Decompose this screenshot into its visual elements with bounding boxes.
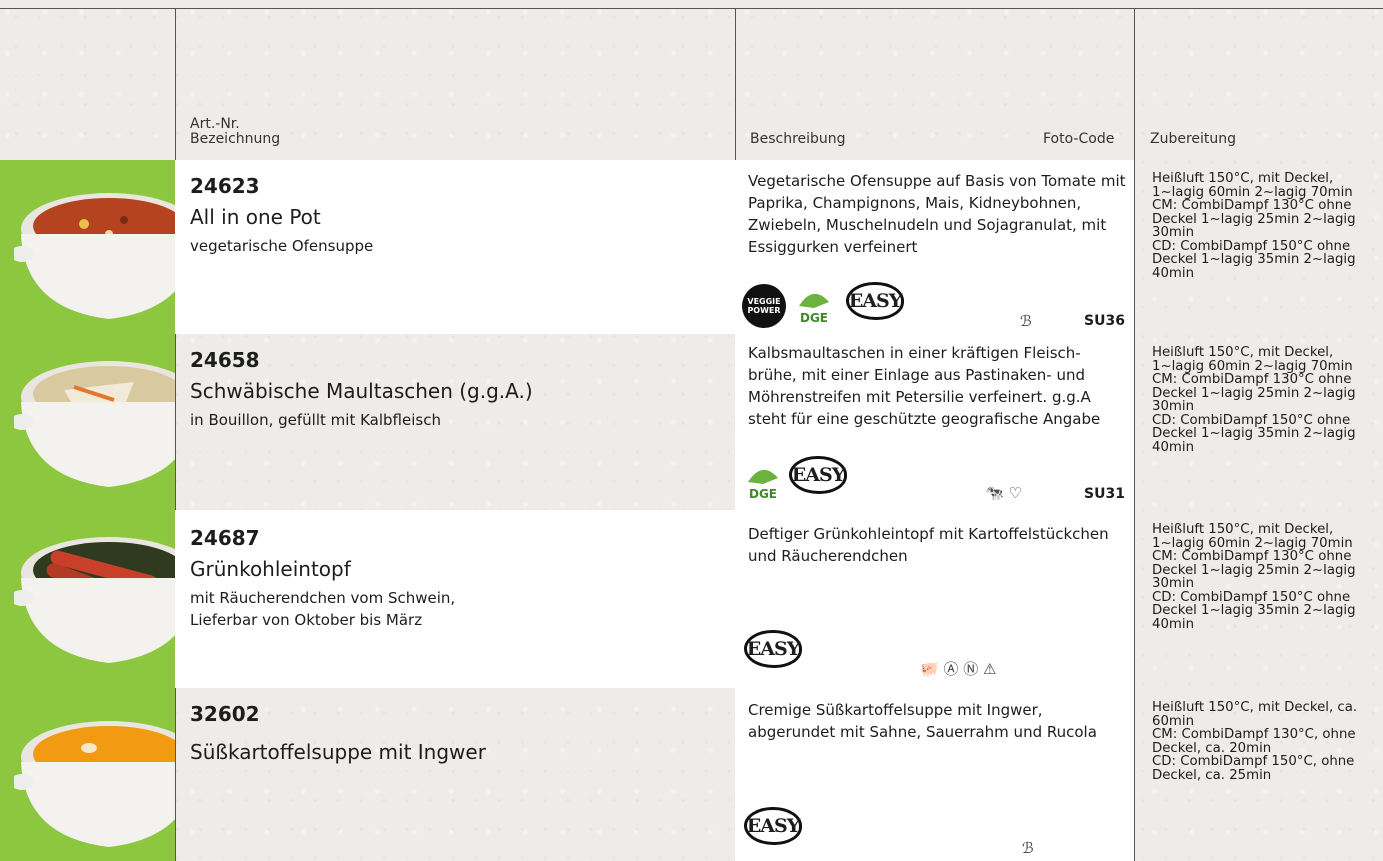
veggie-power-badge: VEGGIE POWER [742, 284, 786, 328]
preparation-text: Heißluft 150°C, mit Deckel, 1~lagig 60min… [1152, 522, 1356, 632]
product-photo [0, 688, 175, 861]
article-number: 24623 [190, 174, 260, 198]
easy-badge: EASY [846, 282, 904, 320]
header-foto-code: Foto-Code [1043, 131, 1115, 147]
photo-code: SU36 [1084, 313, 1125, 329]
svg-text:DGE: DGE [800, 311, 828, 325]
product-photo [0, 510, 175, 688]
header-art-nr: Art.-Nr. [190, 116, 240, 132]
product-name: All in one Pot [190, 205, 321, 229]
product-row: 24687 Grünkohleintopf mit Räucherendchen… [0, 510, 1383, 688]
diet-symbol: 🐖 Ⓐ Ⓝ ⚠ [920, 660, 997, 678]
product-description: Vegetarische Ofensuppe auf Basis von Tom… [748, 172, 1126, 256]
product-name: Schwäbische Maultaschen (g.g.A.) [190, 379, 533, 403]
product-row: 32602 Süßkartoffelsuppe mit Ingwer Cremi… [0, 688, 1383, 861]
easy-badge: EASY [744, 807, 802, 845]
product-subtitle: mit Räucherendchen vom Schwein, [190, 589, 456, 607]
article-number: 24658 [190, 348, 260, 372]
product-name: Grünkohleintopf [190, 557, 351, 581]
top-rule [0, 8, 1383, 9]
product-row: 24658 Schwäbische Maultaschen (g.g.A.) i… [0, 334, 1383, 510]
diet-symbol: ℬ [1020, 312, 1032, 330]
product-description: Cremige Süßkartoffelsuppe mit Ingwer, ab… [748, 701, 1097, 741]
product-subtitle: Lieferbar von Oktober bis März [190, 611, 423, 629]
product-description: Deftiger Grünkohleintopf mit Kartoffelst… [748, 525, 1109, 565]
preparation-text: Heißluft 150°C, mit Deckel, ca. 60min CM: … [1152, 700, 1358, 783]
svg-text:DGE: DGE [749, 487, 777, 501]
article-number: 24687 [190, 526, 260, 550]
easy-badge: EASY [744, 630, 802, 668]
photo-code: SU31 [1084, 486, 1125, 502]
dge-badge: DGE [793, 280, 835, 326]
product-name: Süßkartoffelsuppe mit Ingwer [190, 740, 486, 764]
diet-symbol: 🐄 ♡ [985, 484, 1022, 502]
product-row: 24623 All in one Pot vegetarische Ofensu… [0, 160, 1383, 334]
header-bezeichnung: Bezeichnung [190, 131, 281, 147]
header-zubereitung: Zubereitung [1150, 131, 1237, 147]
product-photo [0, 334, 175, 510]
diet-symbol: ℬ [1022, 839, 1034, 857]
article-number: 32602 [190, 702, 260, 726]
header-beschreibung: Beschreibung [750, 131, 846, 147]
easy-badge: EASY [789, 456, 847, 494]
product-description: Kalbsmaultaschen in einer kräftigen Flei… [748, 344, 1101, 428]
product-subtitle: vegetarische Ofensuppe [190, 237, 374, 255]
preparation-text: Heißluft 150°C, mit Deckel, 1~lagig 60min… [1152, 171, 1356, 281]
preparation-text: Heißluft 150°C, mit Deckel, 1~lagig 60min… [1152, 345, 1356, 455]
product-subtitle: in Bouillon, gefüllt mit Kalbfleisch [190, 411, 441, 429]
dge-badge: DGE [742, 456, 784, 502]
product-photo [0, 160, 175, 334]
